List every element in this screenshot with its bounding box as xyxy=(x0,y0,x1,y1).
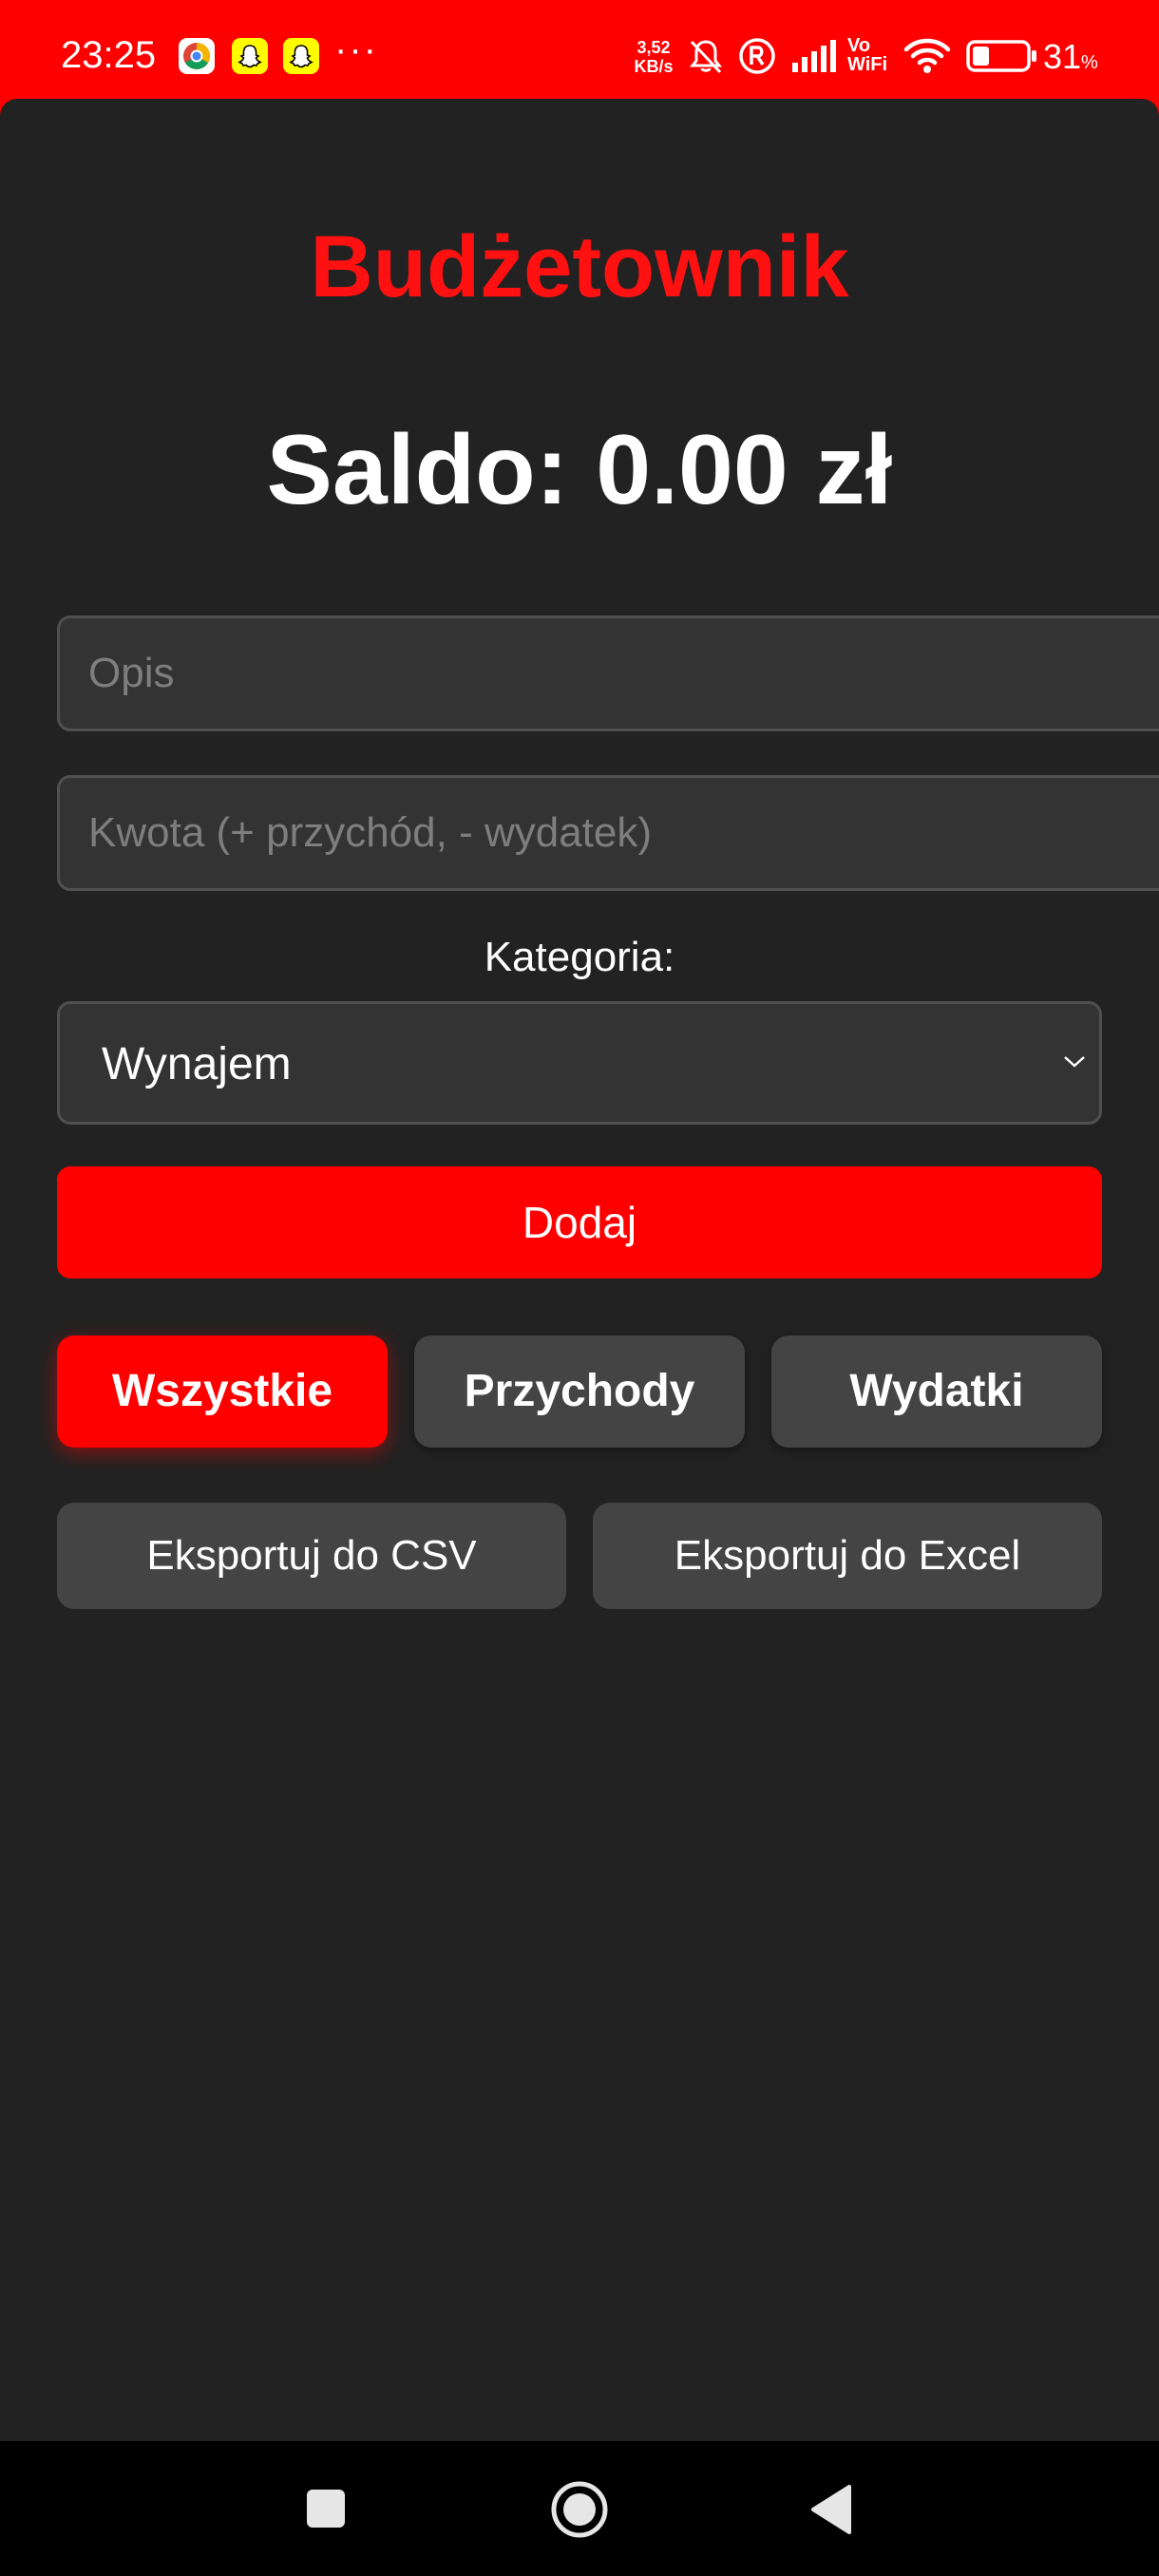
export-excel-button[interactable]: Eksportuj do Excel xyxy=(593,1503,1102,1609)
bell-off-icon xyxy=(689,40,723,74)
network-speed-value: 3,52 xyxy=(636,38,671,57)
status-bar: 23:25 ··· 3,52 KB/s Vo WiFi 31% xyxy=(0,0,1159,99)
more-notifications-icon: ··· xyxy=(334,28,378,70)
back-icon[interactable] xyxy=(809,2483,855,2536)
app-container: Budżetownik Saldo: 0.00 zł Kategoria: Wy… xyxy=(0,99,1159,2441)
wifi-icon xyxy=(903,38,951,73)
category-select[interactable]: Wynajem xyxy=(57,1001,1102,1125)
network-speed: 3,52 KB/s xyxy=(629,38,678,76)
battery-percent: 31% xyxy=(1043,36,1098,84)
filter-all-button[interactable]: Wszystkie xyxy=(57,1335,388,1448)
network-speed-unit: KB/s xyxy=(634,57,674,76)
battery-percent-value: 31 xyxy=(1043,37,1082,76)
vowifi-indicator: Vo WiFi xyxy=(847,36,887,74)
battery-percent-sign: % xyxy=(1081,52,1098,73)
balance-label: Saldo: xyxy=(266,415,569,525)
balance-value: 0.00 zł xyxy=(596,415,893,525)
chrome-icon xyxy=(179,38,215,74)
signal-icon xyxy=(792,40,836,72)
battery-icon xyxy=(966,40,1036,72)
recent-apps-icon[interactable] xyxy=(304,2487,348,2530)
export-csv-button[interactable]: Eksportuj do CSV xyxy=(57,1503,566,1609)
category-label: Kategoria: xyxy=(484,934,675,980)
registered-icon xyxy=(739,38,775,74)
vowifi-bottom: WiFi xyxy=(847,54,888,75)
snapchat-icon xyxy=(283,38,319,74)
vowifi-top: Vo xyxy=(847,35,871,56)
snapchat-icon xyxy=(232,38,268,74)
amount-input[interactable] xyxy=(57,775,1159,891)
description-input[interactable] xyxy=(57,616,1159,731)
filter-income-button[interactable]: Przychody xyxy=(414,1335,745,1448)
filter-expenses-button[interactable]: Wydatki xyxy=(771,1335,1102,1448)
home-icon[interactable] xyxy=(549,2479,610,2540)
balance: Saldo: 0.00 zł xyxy=(0,408,1159,532)
category-selected-value: Wynajem xyxy=(102,1039,292,1089)
battery-fill xyxy=(973,47,989,66)
chevron-down-icon xyxy=(1064,1056,1085,1068)
add-button[interactable]: Dodaj xyxy=(57,1166,1102,1279)
navigation-bar xyxy=(0,2441,1159,2576)
app-title: Budżetownik xyxy=(310,218,849,315)
status-time: 23:25 xyxy=(61,34,157,76)
